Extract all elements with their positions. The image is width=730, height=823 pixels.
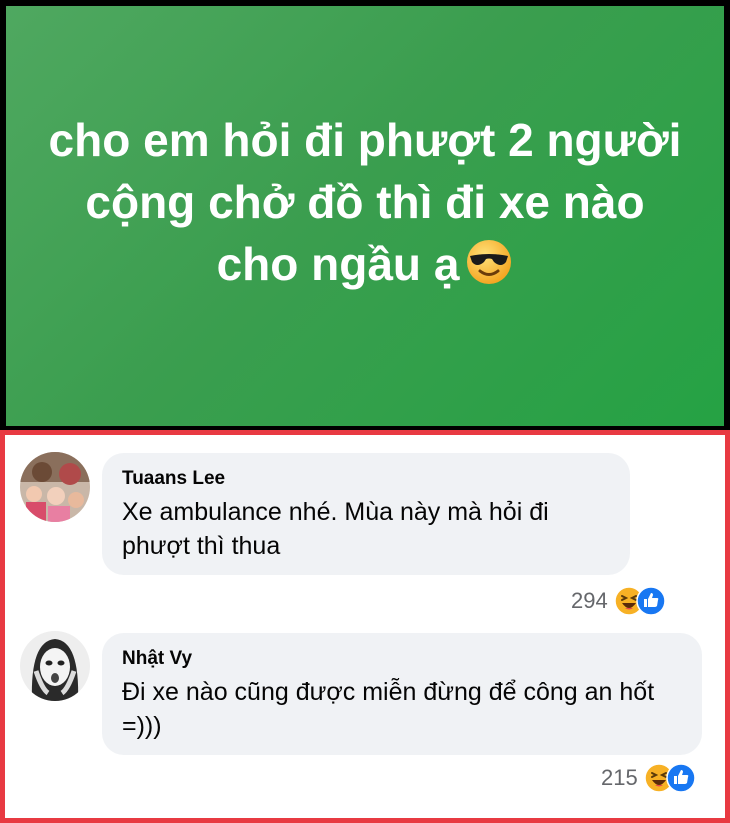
post-text-wrapper: cho em hỏi đi phượt 2 người cộng chở đồ … — [45, 109, 685, 295]
like-icon — [665, 763, 696, 793]
avatar[interactable] — [20, 452, 90, 522]
reaction-count: 294 — [571, 588, 608, 613]
comment-bubble: Tuaans Lee Xe ambulance nhé. Mùa này mà … — [102, 453, 630, 575]
post-card: cho em hỏi đi phượt 2 người cộng chở đồ … — [6, 6, 724, 426]
comment-bubble: Nhật Vy Đi xe nào cũng được miễn đừng để… — [102, 633, 702, 755]
comment-author[interactable]: Nhật Vy — [122, 647, 684, 671]
reaction-summary[interactable]: 215 — [601, 763, 696, 793]
post-frame: cho em hỏi đi phượt 2 người cộng chở đồ … — [0, 0, 730, 430]
like-icon — [635, 586, 666, 616]
reaction-count: 215 — [601, 765, 638, 790]
comment-text: Đi xe nào cũng được miễn đừng để công an… — [122, 678, 655, 740]
smiling-face-with-sunglasses-icon — [467, 240, 512, 284]
portrait-photo-avatar — [20, 631, 90, 701]
comment-text: Xe ambulance nhé. Mùa này mà hỏi đi phượ… — [122, 498, 549, 560]
comment-author[interactable]: Tuaans Lee — [122, 467, 612, 491]
reaction-summary[interactable]: 294 — [571, 586, 666, 616]
comments-section: Tuaans Lee Xe ambulance nhé. Mùa này mà … — [0, 430, 730, 823]
family-photo-avatar — [20, 452, 90, 522]
avatar[interactable] — [20, 631, 90, 701]
post-text: cho em hỏi đi phượt 2 người cộng chở đồ … — [48, 114, 682, 290]
